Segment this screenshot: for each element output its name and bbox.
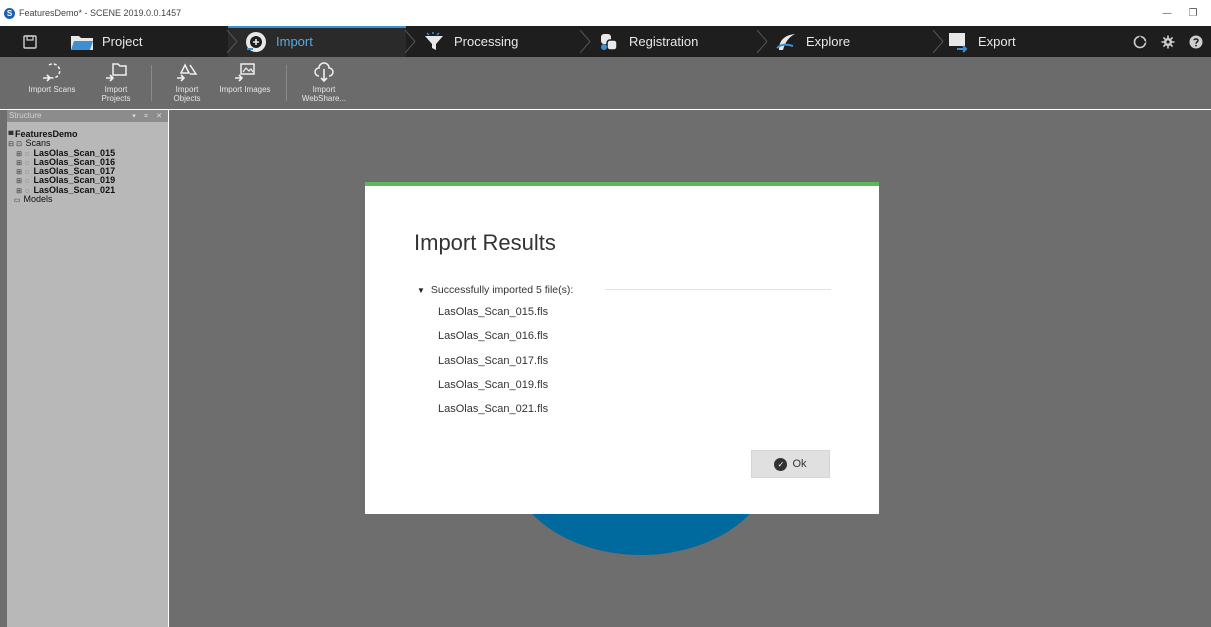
help-icon[interactable] xyxy=(1189,35,1203,49)
processing-funnel-icon xyxy=(422,31,446,52)
dialog-title: Import Results xyxy=(414,230,556,255)
chevron-separator-icon xyxy=(226,30,238,53)
import-projects-button[interactable]: Import Projects xyxy=(91,59,141,109)
workflow-right-controls xyxy=(1133,26,1203,57)
import-ribbon: Import Scans Import Projects Import Obje… xyxy=(0,57,1211,109)
chevron-separator-icon xyxy=(756,30,768,53)
import-scans-button[interactable]: Import Scans xyxy=(22,59,82,109)
registration-icon xyxy=(597,32,621,52)
list-item: LasOlas_Scan_021.fls xyxy=(438,403,549,416)
tab-project[interactable]: Project xyxy=(70,26,142,57)
check-circle-icon: ✓ xyxy=(774,457,788,471)
tab-explore[interactable]: Explore xyxy=(774,26,850,57)
left-edge-strip xyxy=(0,110,7,627)
tour-icon[interactable] xyxy=(1133,35,1147,49)
ok-button[interactable]: ✓ Ok xyxy=(751,450,830,478)
tree-models-label: Models xyxy=(23,194,53,205)
tab-explore-label: Explore xyxy=(806,34,851,49)
import-objects-button[interactable]: Import Objects xyxy=(164,59,210,109)
list-item: LasOlas_Scan_017.fls xyxy=(438,354,549,367)
import-scans-icon xyxy=(43,63,61,82)
import-images-button[interactable]: Import Images xyxy=(210,59,280,109)
imported-file-list: LasOlas_Scan_015.fls LasOlas_Scan_016.fl… xyxy=(438,304,548,425)
panel-controls[interactable]: ▾ ⌗ ✕ xyxy=(132,110,165,122)
list-item: LasOlas_Scan_019.fls xyxy=(438,378,549,391)
tree-item-models[interactable]: ▭ Models xyxy=(7,194,168,205)
structure-panel-header: Structure ▾ ⌗ ✕ xyxy=(7,110,168,122)
import-results-dialog: Import Results ▼ Successfully imported 5… xyxy=(365,182,879,514)
import-objects-label: Import Objects xyxy=(173,85,201,103)
chevron-separator-icon xyxy=(579,30,591,53)
tab-processing-label: Processing xyxy=(454,34,519,49)
save-button[interactable] xyxy=(0,26,60,57)
chevron-separator-icon xyxy=(404,30,416,53)
import-webshare-button[interactable]: Import WebShare... xyxy=(294,59,354,109)
structure-tree: ▀ FeaturesDemo ⊟ ⊡ Scans ⊞ ◌ LasOlas_Scan_0… xyxy=(7,122,168,204)
tab-project-label: Project xyxy=(102,34,143,49)
import-scans-label: Import Scans xyxy=(28,85,76,94)
import-projects-icon xyxy=(106,63,127,82)
import-objects-icon xyxy=(177,63,198,82)
ribbon-divider xyxy=(151,65,152,101)
list-item: LasOlas_Scan_015.fls xyxy=(438,306,549,318)
chevron-separator-icon xyxy=(932,30,944,53)
workflow-bar: Project Import Processing Registration E… xyxy=(0,26,1211,57)
scene-logo-icon: S xyxy=(4,7,15,19)
import-images-label: Import Images xyxy=(219,85,271,94)
tab-registration[interactable]: Registration xyxy=(597,26,698,57)
ribbon-divider xyxy=(286,65,287,101)
tab-registration-label: Registration xyxy=(629,34,699,49)
tab-export-label: Export xyxy=(978,34,1016,49)
folder-icon xyxy=(70,32,94,52)
explore-icon xyxy=(774,32,798,52)
import-webshare-label: Import WebShare... xyxy=(301,85,347,103)
ok-button-label: Ok xyxy=(792,458,807,470)
models-folder-icon: ▭ xyxy=(13,197,21,205)
window-titlebar: S FeaturesDemo* - SCENE 2019.0.0.1457 — … xyxy=(0,0,1211,26)
import-projects-label: Import Projects xyxy=(101,85,131,103)
caret-down-icon: ▼ xyxy=(417,285,425,295)
save-icon xyxy=(23,34,37,49)
tab-import-label: Import xyxy=(276,34,313,49)
section-divider xyxy=(605,289,831,290)
tab-processing[interactable]: Processing xyxy=(422,26,518,57)
minimize-button[interactable]: — xyxy=(1155,4,1179,22)
list-item: LasOlas_Scan_016.fls xyxy=(438,330,549,343)
export-icon xyxy=(946,32,970,53)
import-icon xyxy=(244,31,268,52)
import-images-icon xyxy=(235,63,255,82)
tab-import[interactable]: Import xyxy=(244,26,313,57)
restore-button[interactable]: ❐ xyxy=(1181,4,1205,22)
window-title: FeaturesDemo* - SCENE 2019.0.0.1457 xyxy=(19,8,182,18)
success-section-toggle[interactable]: ▼ Successfully imported 5 file(s): xyxy=(417,284,573,296)
cloud-download-icon xyxy=(314,62,334,83)
structure-panel-title: Structure xyxy=(9,111,42,120)
success-section-label: Successfully imported 5 file(s): xyxy=(430,284,574,296)
structure-panel: Structure ▾ ⌗ ✕ ▀ FeaturesDemo ⊟ ⊡ Scans ⊞… xyxy=(7,110,168,627)
tab-export[interactable]: Export xyxy=(946,26,1016,57)
settings-gear-icon[interactable] xyxy=(1161,35,1175,49)
